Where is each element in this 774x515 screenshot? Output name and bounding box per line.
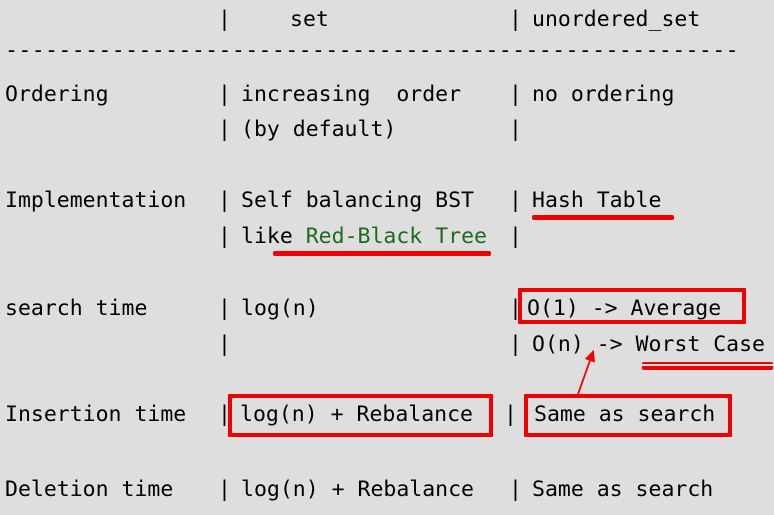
comparison-table-page: | set | unordered_set ------------------…	[0, 0, 774, 515]
arrow-same-as-search-to-on	[576, 349, 595, 398]
annotation-arrow-layer	[576, 349, 595, 398]
